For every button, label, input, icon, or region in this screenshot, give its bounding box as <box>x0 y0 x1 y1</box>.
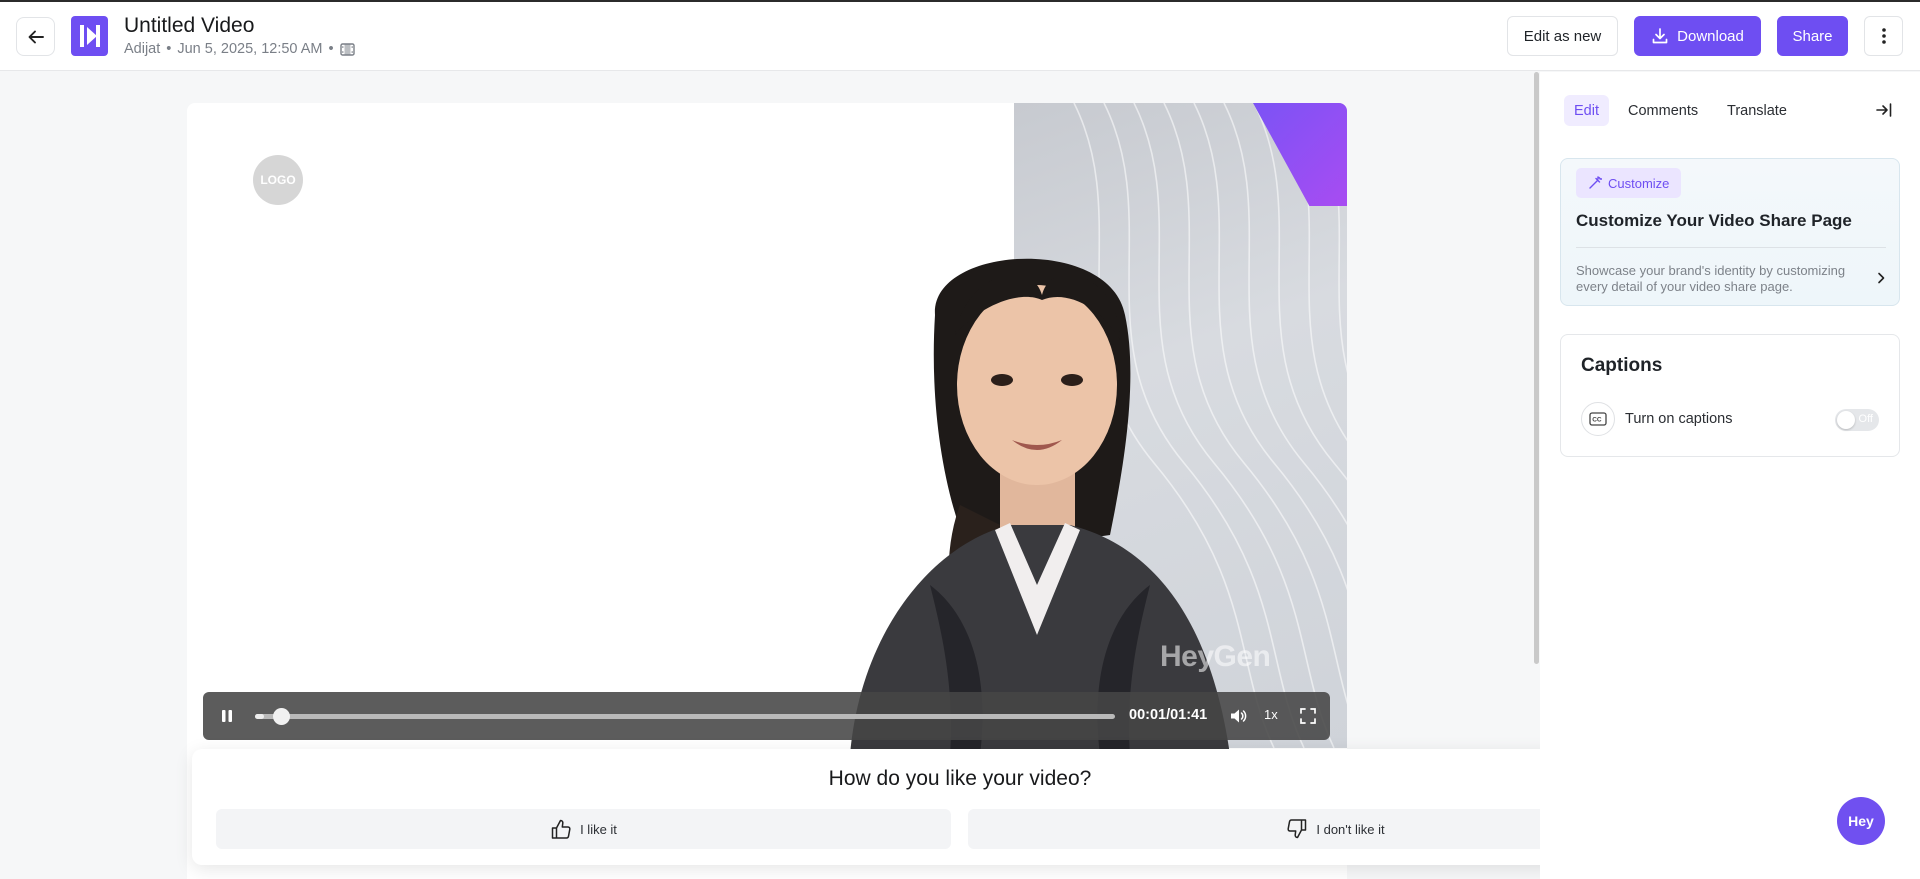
heygen-watermark: HeyGen <box>1160 640 1271 673</box>
created-date: Jun 5, 2025, 12:50 AM <box>177 41 323 57</box>
customize-share-page-card[interactable]: Customize Customize Your Video Share Pag… <box>1560 158 1900 306</box>
heygen-app-icon <box>71 16 108 56</box>
chevron-right-icon <box>1878 272 1885 284</box>
main-scrollbar[interactable] <box>1534 72 1539 664</box>
svg-text:CC: CC <box>1592 417 1602 424</box>
toggle-state-text: Off <box>1858 413 1873 425</box>
cc-icon-wrap: CC <box>1581 402 1615 436</box>
video-title: Untitled Video <box>124 14 255 37</box>
magic-wand-icon <box>1589 176 1602 189</box>
meta-dot: • <box>166 41 172 57</box>
author-name: Adijat <box>124 41 161 57</box>
tab-translate[interactable]: Translate <box>1717 95 1797 126</box>
progress-thumb[interactable] <box>272 708 290 725</box>
captions-card: Captions CC Turn on captions Off <box>1560 334 1900 457</box>
customize-badge: Customize <box>1576 168 1682 198</box>
dislike-label: I don't like it <box>1316 821 1385 837</box>
feedback-title: How do you like your video? <box>828 767 1092 790</box>
collapse-panel-icon[interactable] <box>1874 100 1894 120</box>
fullscreen-icon[interactable] <box>1297 705 1319 727</box>
logo-placeholder: LOGO <box>253 155 303 205</box>
toggle-knob <box>1837 411 1855 429</box>
more-vertical-icon <box>1881 28 1886 44</box>
feedback-popup: How do you like your video? I like it I … <box>192 749 1728 865</box>
side-panel: Edit Comments Translate Customize Custom… <box>1540 72 1920 879</box>
like-button[interactable]: I like it <box>216 809 951 849</box>
thumbs-up-icon <box>551 819 571 839</box>
captions-toggle[interactable]: Off <box>1835 409 1879 431</box>
download-button[interactable]: Download <box>1634 16 1761 56</box>
captions-title: Captions <box>1581 355 1663 376</box>
meta-dot: • <box>328 41 334 57</box>
video-meta: Adijat • Jun 5, 2025, 12:50 AM • <box>124 41 355 57</box>
video-controls: 00:01/01:41 1x <box>203 692 1330 740</box>
pause-icon[interactable] <box>217 706 237 726</box>
playback-speed-button[interactable]: 1x <box>1264 707 1278 722</box>
tab-edit[interactable]: Edit <box>1564 95 1609 126</box>
customize-description: Showcase your brand's identity by custom… <box>1576 263 1846 294</box>
volume-icon[interactable] <box>1227 705 1249 727</box>
time-display: 00:01/01:41 <box>1129 707 1208 723</box>
share-button[interactable]: Share <box>1777 16 1848 56</box>
tab-comments[interactable]: Comments <box>1618 95 1708 126</box>
divider <box>1576 247 1886 248</box>
customize-badge-label: Customize <box>1608 175 1670 191</box>
download-icon <box>1652 28 1668 44</box>
like-label: I like it <box>580 821 617 837</box>
more-options-button[interactable] <box>1864 16 1903 56</box>
edit-as-new-button[interactable]: Edit as new <box>1507 16 1618 56</box>
download-label: Download <box>1677 27 1744 45</box>
captions-label: Turn on captions <box>1625 411 1733 427</box>
chat-assistant-button[interactable]: Hey <box>1837 797 1885 845</box>
arrow-left-icon <box>28 30 44 43</box>
header-bar: Untitled Video Adijat • Jun 5, 2025, 12:… <box>0 2 1920 71</box>
back-button[interactable] <box>16 17 55 56</box>
film-icon <box>339 42 355 56</box>
progress-bar[interactable] <box>255 708 1115 725</box>
customize-title: Customize Your Video Share Page <box>1576 211 1852 230</box>
closed-captions-icon: CC <box>1589 412 1607 426</box>
thumbs-down-icon <box>1287 819 1307 839</box>
presenter-avatar <box>850 258 1230 755</box>
progress-fill <box>255 714 264 719</box>
